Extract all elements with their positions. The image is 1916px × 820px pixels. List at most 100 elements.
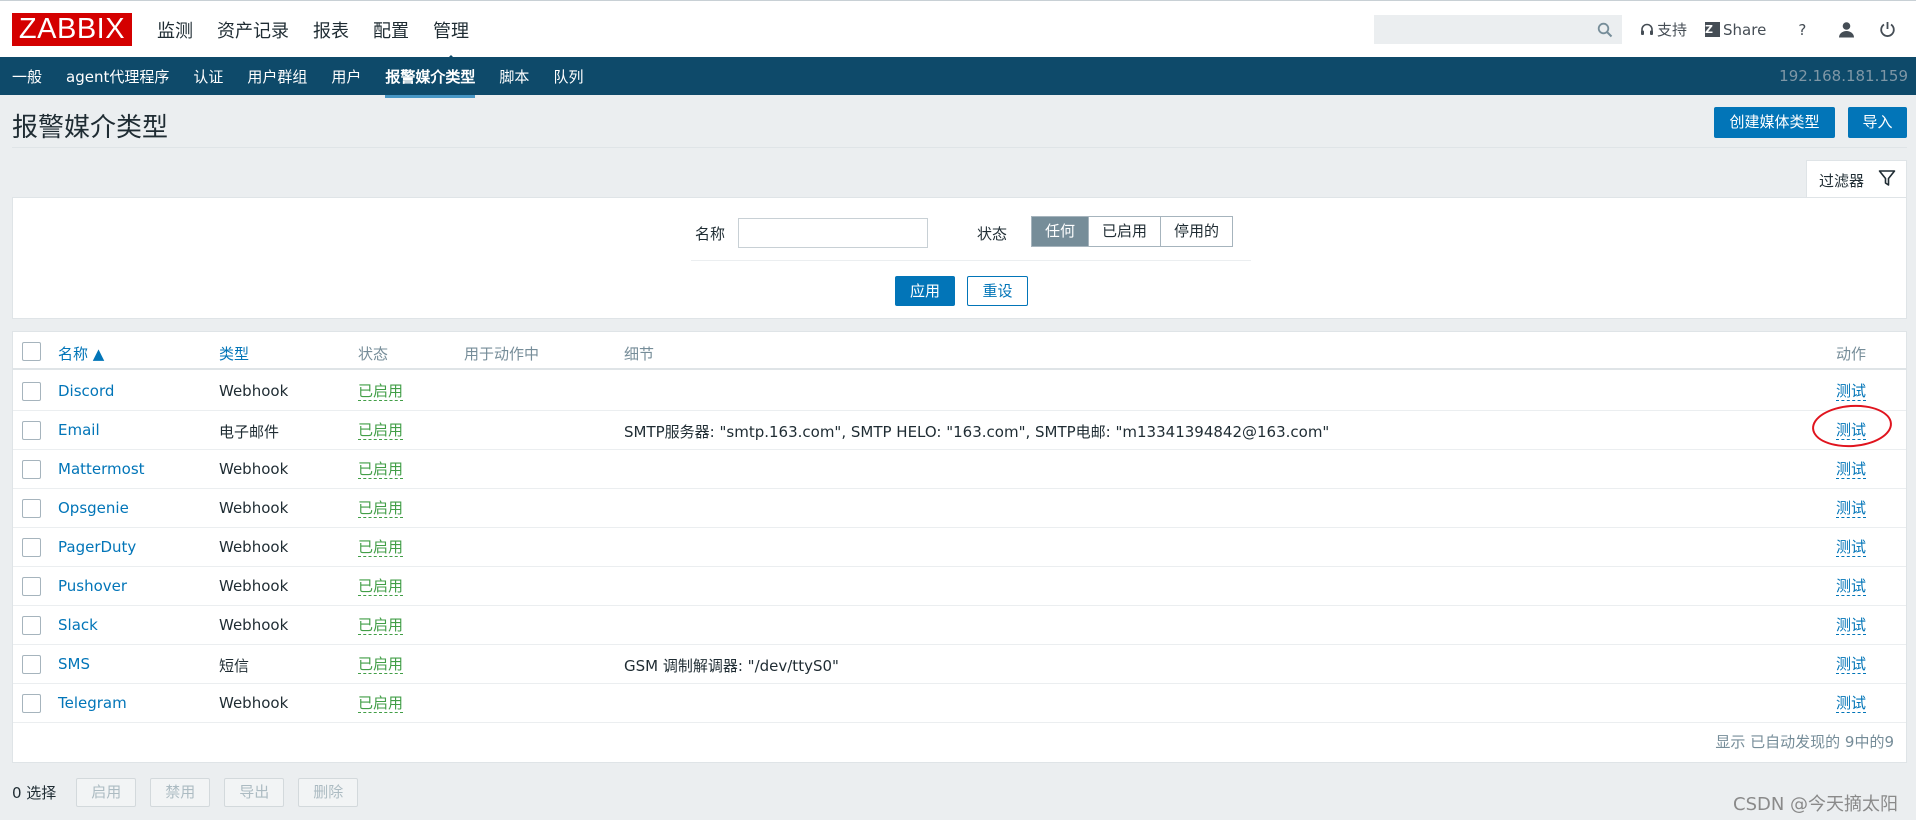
zabbix-share-icon: Z bbox=[1705, 22, 1721, 37]
media-name-link[interactable]: Slack bbox=[58, 616, 98, 634]
reset-button[interactable]: 重设 bbox=[967, 276, 1028, 306]
filter-tab[interactable]: 过滤器 bbox=[1806, 160, 1907, 198]
row-checkbox[interactable] bbox=[22, 616, 41, 635]
media-name-link[interactable]: Email bbox=[58, 421, 100, 439]
status-toggle[interactable]: 已启用 bbox=[358, 499, 404, 518]
media-name-link[interactable]: Opsgenie bbox=[58, 499, 129, 517]
test-link[interactable]: 测试 bbox=[1836, 616, 1867, 635]
share-link[interactable]: Z Share bbox=[1705, 19, 1766, 40]
col-action-header: 动作 bbox=[1836, 345, 1867, 363]
table-row: Pushover Webhook 已启用 测试 bbox=[13, 567, 1906, 606]
menu-inventory[interactable]: 资产记录 bbox=[217, 17, 289, 43]
divider bbox=[12, 147, 1907, 148]
row-checkbox[interactable] bbox=[22, 421, 41, 440]
menu-administration[interactable]: 管理 bbox=[433, 17, 469, 62]
col-used-header: 用于动作中 bbox=[464, 345, 540, 363]
table-header: 名称 ▲ 类型 状态 用于动作中 细节 动作 bbox=[13, 332, 1906, 370]
user-profile-button[interactable] bbox=[1838, 19, 1855, 40]
row-checkbox[interactable] bbox=[22, 460, 41, 479]
page-title: 报警媒介类型 bbox=[12, 113, 169, 143]
subnav-queue[interactable]: 队列 bbox=[553, 66, 583, 87]
zabbix-logo[interactable]: ZABBIX bbox=[12, 13, 132, 46]
media-type: Webhook bbox=[219, 499, 289, 517]
media-type: Webhook bbox=[219, 577, 289, 595]
status-enabled-option[interactable]: 已启用 bbox=[1088, 217, 1161, 246]
apply-button[interactable]: 应用 bbox=[895, 276, 955, 306]
media-name-link[interactable]: Discord bbox=[58, 382, 114, 400]
select-all-checkbox[interactable] bbox=[22, 342, 41, 361]
status-toggle[interactable]: 已启用 bbox=[358, 421, 404, 440]
filter-name-label: 名称 bbox=[695, 225, 726, 243]
filter-name-input[interactable] bbox=[738, 218, 928, 248]
table-row: PagerDuty Webhook 已启用 测试 bbox=[13, 528, 1906, 567]
col-details-header: 细节 bbox=[624, 345, 655, 363]
search-icon[interactable] bbox=[1597, 22, 1613, 38]
top-header: ZABBIX 监测 资产记录 报表 配置 管理 支持 Z Share ? bbox=[0, 0, 1916, 62]
table-row: SMS 短信 已启用 GSM 调制解调器: "/dev/ttyS0" 测试 bbox=[13, 645, 1906, 684]
status-disabled-option[interactable]: 停用的 bbox=[1160, 217, 1233, 246]
subnav-scripts[interactable]: 脚本 bbox=[499, 66, 529, 87]
menu-monitoring[interactable]: 监测 bbox=[157, 17, 193, 43]
user-icon bbox=[1839, 22, 1855, 38]
table-row: Email 电子邮件 已启用 SMTP服务器: "smtp.163.com", … bbox=[13, 411, 1906, 450]
media-name-link[interactable]: Telegram bbox=[58, 694, 127, 712]
filter-divider bbox=[691, 260, 1251, 261]
menu-reports[interactable]: 报表 bbox=[313, 17, 349, 43]
enable-button[interactable]: 启用 bbox=[76, 778, 137, 807]
test-link[interactable]: 测试 bbox=[1836, 538, 1867, 557]
table-row: Mattermost Webhook 已启用 测试 bbox=[13, 450, 1906, 489]
menu-configuration[interactable]: 配置 bbox=[373, 17, 409, 43]
status-toggle[interactable]: 已启用 bbox=[358, 655, 404, 674]
subnav-user-groups[interactable]: 用户群组 bbox=[247, 66, 307, 87]
row-checkbox[interactable] bbox=[22, 499, 41, 518]
headset-icon bbox=[1641, 23, 1653, 35]
test-link[interactable]: 测试 bbox=[1836, 577, 1867, 596]
watermark: CSDN @今天摘太阳 bbox=[1733, 794, 1899, 815]
row-checkbox[interactable] bbox=[22, 577, 41, 596]
row-checkbox[interactable] bbox=[22, 382, 41, 401]
status-any-option[interactable]: 任何 bbox=[1032, 217, 1089, 246]
status-toggle[interactable]: 已启用 bbox=[358, 382, 404, 401]
subnav-proxies[interactable]: agent代理程序 bbox=[66, 66, 169, 87]
test-link[interactable]: 测试 bbox=[1836, 460, 1867, 479]
test-link[interactable]: 测试 bbox=[1836, 499, 1867, 518]
subnav-media-types[interactable]: 报警媒介类型 bbox=[385, 66, 476, 98]
subnav-authentication[interactable]: 认证 bbox=[193, 66, 223, 87]
media-details: SMTP服务器: "smtp.163.com", SMTP HELO: "163… bbox=[624, 423, 1330, 441]
power-icon bbox=[1880, 22, 1895, 37]
create-media-type-button[interactable]: 创建媒体类型 bbox=[1714, 107, 1835, 138]
row-checkbox[interactable] bbox=[22, 694, 41, 713]
col-type-header[interactable]: 类型 bbox=[219, 343, 249, 364]
status-toggle[interactable]: 已启用 bbox=[358, 538, 404, 557]
status-toggle[interactable]: 已启用 bbox=[358, 577, 404, 596]
results-count: 显示 已自动发现的 9中的9 bbox=[1715, 733, 1894, 751]
col-status-header: 状态 bbox=[358, 345, 389, 363]
media-name-link[interactable]: Mattermost bbox=[58, 460, 145, 478]
filter-status-label: 状态 bbox=[977, 225, 1008, 243]
col-name-header[interactable]: 名称 ▲ bbox=[58, 343, 104, 364]
sign-out-button[interactable] bbox=[1879, 19, 1896, 40]
status-toggle[interactable]: 已启用 bbox=[358, 460, 404, 479]
support-link[interactable]: 支持 bbox=[1640, 19, 1687, 40]
global-search-input[interactable] bbox=[1374, 15, 1622, 44]
delete-button[interactable]: 删除 bbox=[298, 778, 359, 807]
row-checkbox[interactable] bbox=[22, 655, 41, 674]
media-name-link[interactable]: PagerDuty bbox=[58, 538, 136, 556]
status-toggle[interactable]: 已启用 bbox=[358, 616, 404, 635]
media-type: Webhook bbox=[219, 616, 289, 634]
test-link[interactable]: 测试 bbox=[1836, 694, 1867, 713]
status-toggle[interactable]: 已启用 bbox=[358, 694, 404, 713]
media-name-link[interactable]: Pushover bbox=[58, 577, 127, 595]
help-link[interactable]: ? bbox=[1798, 19, 1806, 40]
import-button[interactable]: 导入 bbox=[1848, 107, 1907, 138]
export-button[interactable]: 导出 bbox=[224, 778, 285, 807]
test-link[interactable]: 测试 bbox=[1836, 382, 1867, 401]
row-checkbox[interactable] bbox=[22, 538, 41, 557]
test-link[interactable]: 测试 bbox=[1836, 655, 1867, 674]
disable-button[interactable]: 禁用 bbox=[150, 778, 211, 807]
sub-navigation: 一般 agent代理程序 认证 用户群组 用户 报警媒介类型 脚本 队列 192… bbox=[0, 57, 1916, 98]
media-name-link[interactable]: SMS bbox=[58, 655, 90, 673]
table-row: Opsgenie Webhook 已启用 测试 bbox=[13, 489, 1906, 528]
subnav-users[interactable]: 用户 bbox=[331, 66, 361, 87]
subnav-general[interactable]: 一般 bbox=[12, 66, 42, 87]
